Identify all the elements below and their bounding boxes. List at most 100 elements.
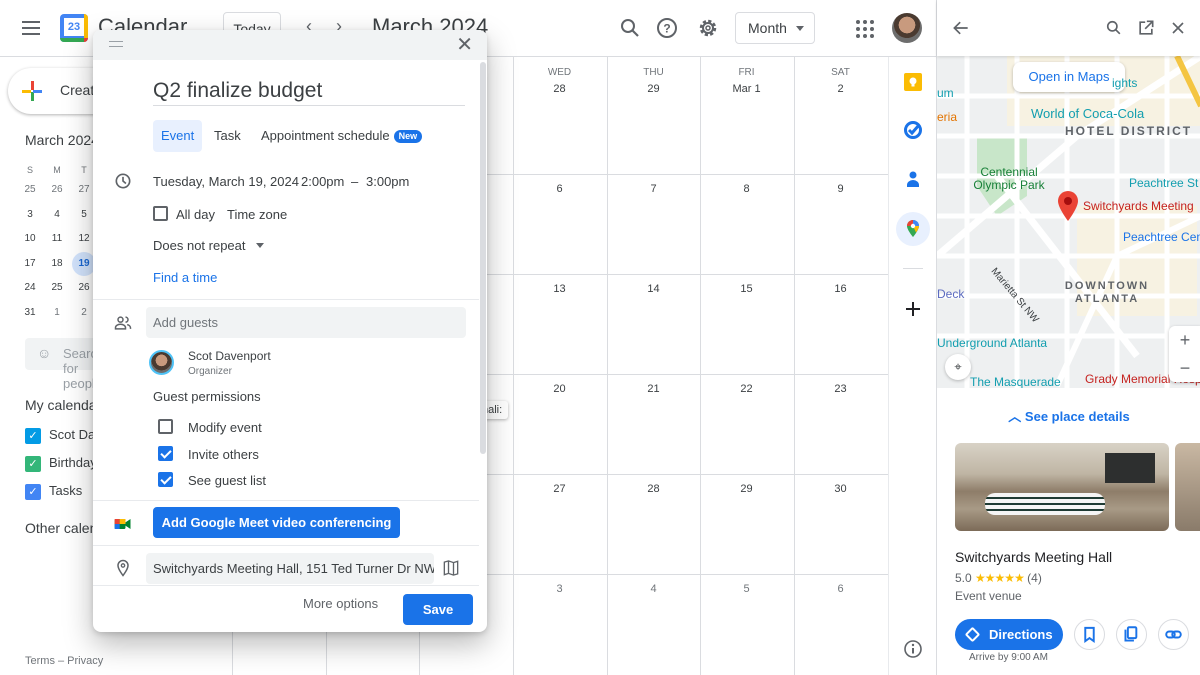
dialog-header[interactable]: ✕ [93,30,487,60]
map-label-peachtree-st[interactable]: Peachtree St [1129,176,1198,190]
calendar-checkbox[interactable]: ✓ [25,484,41,500]
search-icon[interactable] [618,16,642,40]
day-number[interactable]: 6 [513,183,606,195]
view-select-dropdown[interactable]: Month [735,12,815,44]
tasks-icon[interactable] [901,118,925,142]
add-guests-input[interactable]: Add guests [146,307,466,338]
save-place-button[interactable] [1074,619,1105,650]
calendar-checkbox[interactable]: ✓ [25,428,41,444]
add-addon-plus-icon[interactable] [901,297,925,321]
day-number[interactable]: 28 [513,83,606,95]
permission-checkbox[interactable] [158,445,173,461]
map-label-peachtree-center[interactable]: Peachtree Cent [1123,230,1200,244]
zoom-out-button[interactable]: − [1169,354,1200,382]
close-icon[interactable] [1168,18,1188,38]
mini-calendar-day[interactable]: 18 [45,252,69,276]
day-number[interactable]: 27 [513,483,606,495]
day-number[interactable]: 22 [700,383,793,395]
account-avatar[interactable] [892,13,922,43]
save-button[interactable]: Save [403,594,473,625]
permission-checkbox[interactable] [158,472,173,487]
terms-privacy-links[interactable]: Terms – Privacy [25,655,103,667]
see-place-details-button[interactable]: ︿ See place details [937,406,1200,425]
day-number[interactable]: 2 [794,83,887,95]
day-number[interactable]: 7 [607,183,700,195]
back-arrow-icon[interactable] [951,18,971,38]
mini-calendar-day[interactable]: 26 [45,178,69,202]
time-zone-button[interactable]: Time zone [227,207,287,222]
event-title-input[interactable] [153,76,465,106]
start-time[interactable]: 2:00pm [301,174,344,189]
day-number[interactable]: 9 [794,183,887,195]
day-number[interactable]: 21 [607,383,700,395]
day-number[interactable]: 20 [513,383,606,395]
map-view[interactable]: Open in Maps ights um eria World of Coca… [937,56,1200,388]
all-day-checkbox[interactable] [153,206,168,221]
mini-calendar-day[interactable]: 25 [18,178,42,202]
day-number[interactable]: 29 [607,83,700,95]
mini-calendar-day[interactable]: 10 [18,227,42,251]
tab-event[interactable]: Event [153,120,203,152]
calendar-checkbox[interactable]: ✓ [25,456,41,472]
location-marker-icon[interactable] [1057,190,1079,222]
dialog-scrollbar[interactable] [480,62,486,454]
day-number[interactable]: 13 [513,283,606,295]
contacts-icon[interactable] [901,167,925,191]
day-number[interactable]: Mar 1 [700,83,793,95]
permission-checkbox[interactable] [158,419,173,434]
review-count[interactable]: (4) [1027,571,1042,585]
mini-calendar-day[interactable]: 11 [45,227,69,251]
directions-button[interactable]: Directions [955,619,1063,650]
day-number[interactable]: 3 [513,583,606,595]
map-label-world-of-coca-cola[interactable]: World of Coca-Cola [1031,106,1144,121]
day-number[interactable]: 23 [794,383,887,395]
map-label-masquerade[interactable]: The Masquerade [970,375,1061,388]
maps-icon[interactable] [901,217,925,241]
mini-calendar-day[interactable]: 25 [45,276,69,300]
add-google-meet-button[interactable]: Add Google Meet video conferencing [153,507,400,538]
google-apps-icon[interactable] [856,20,874,38]
settings-gear-icon[interactable] [696,16,720,40]
info-icon[interactable] [901,637,925,661]
repeat-dropdown[interactable]: Does not repeat [153,238,246,253]
map-icon[interactable] [441,558,461,578]
mini-calendar-day[interactable]: 24 [18,276,42,300]
more-options-button[interactable]: More options [303,596,378,611]
share-link-button[interactable] [1158,619,1189,650]
day-number[interactable]: 8 [700,183,793,195]
mini-calendar-day[interactable]: 17 [18,252,42,276]
copy-address-button[interactable] [1116,619,1147,650]
close-icon[interactable]: ✕ [456,35,473,55]
find-a-time-link[interactable]: Find a time [153,270,217,285]
day-number[interactable]: 16 [794,283,887,295]
day-number[interactable]: 4 [607,583,700,595]
day-number[interactable]: 29 [700,483,793,495]
drag-handle-icon[interactable] [109,41,123,47]
day-number[interactable]: 15 [700,283,793,295]
end-time[interactable]: 3:00pm [366,174,409,189]
zoom-in-button[interactable]: + [1169,326,1200,354]
mini-calendar-day[interactable]: 3 [18,203,42,227]
mini-calendar-day[interactable]: 1 [45,301,69,325]
map-label-switchyards[interactable]: Switchyards Meeting [1083,199,1194,213]
mini-calendar-day[interactable]: 4 [45,203,69,227]
search-icon[interactable] [1104,18,1124,38]
tab-task[interactable]: Task [206,120,249,152]
location-input[interactable]: Switchyards Meeting Hall, 151 Ted Turner… [146,553,434,584]
map-label-olympic-park[interactable]: Centennial Olympic Park [969,166,1049,192]
open-in-new-icon[interactable] [1136,18,1156,38]
help-icon[interactable]: ? [655,16,679,40]
tab-appointment-schedule[interactable]: Appointment schedule New [253,120,430,152]
day-number[interactable]: 28 [607,483,700,495]
day-number[interactable]: 6 [794,583,887,595]
mini-calendar-day[interactable]: 31 [18,301,42,325]
keep-icon[interactable] [901,70,925,94]
day-number[interactable]: 30 [794,483,887,495]
place-photo[interactable] [955,443,1169,531]
place-photo[interactable] [1175,443,1200,531]
recenter-icon[interactable]: ⌖ [945,354,971,380]
main-menu-icon[interactable] [20,17,42,39]
event-date[interactable]: Tuesday, March 19, 2024 [153,174,299,189]
day-number[interactable]: 14 [607,283,700,295]
map-label-underground-atlanta[interactable]: Underground Atlanta [937,336,1047,350]
